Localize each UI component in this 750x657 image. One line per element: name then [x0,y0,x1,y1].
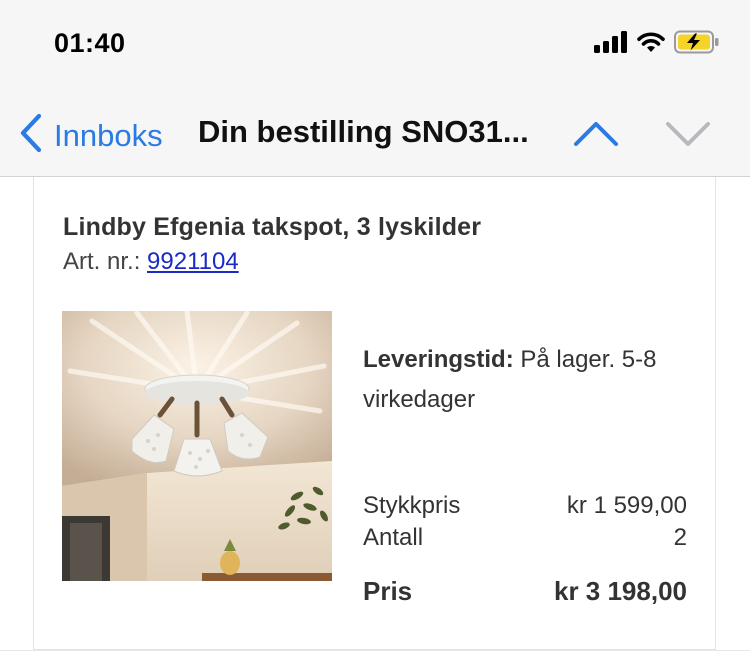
product-name: Lindby Efgenia takspot, 3 lyskilder [63,213,482,241]
unit-price-row: Stykkpris kr 1 599,00 [363,492,687,520]
chevron-up-icon [572,122,620,156]
previous-message-button[interactable] [572,116,620,152]
unit-price-label: Stykkpris [363,492,461,519]
wifi-icon [636,31,666,58]
delivery-time: Leveringstid: På lager. 5-8 virkedager [363,340,693,420]
article-number-line: Art. nr.: 9921104 [63,248,239,276]
status-icons [594,30,720,59]
divider [0,650,750,651]
back-button[interactable]: Innboks [18,112,163,159]
status-time: 01:40 [54,28,126,58]
product-image[interactable] [62,311,332,581]
total-price-row: Pris kr 3 198,00 [363,576,687,607]
chevron-left-icon [18,112,44,159]
chevron-down-icon [664,122,712,156]
article-number-link[interactable]: 9921104 [147,248,239,275]
delivery-label: Leveringstid: [363,346,514,373]
quantity-label: Antall [363,524,424,551]
quantity-row: Antall 2 [363,524,687,552]
back-label: Innboks [54,117,163,153]
unit-price-value: kr 1 599,00 [566,492,687,519]
quantity-value: 2 [673,524,687,551]
email-subject-title: Din bestilling SNO31... [198,114,529,149]
article-number-label: Art. nr.: [63,248,141,275]
total-price-label: Pris [363,576,413,606]
battery-charging-icon [674,30,720,59]
top-bar: 01:40 Innboks Din bestilling SNO31... [0,0,750,177]
next-message-button[interactable] [664,116,712,152]
total-price-value: kr 3 198,00 [553,576,687,606]
cellular-signal-icon [594,31,628,58]
